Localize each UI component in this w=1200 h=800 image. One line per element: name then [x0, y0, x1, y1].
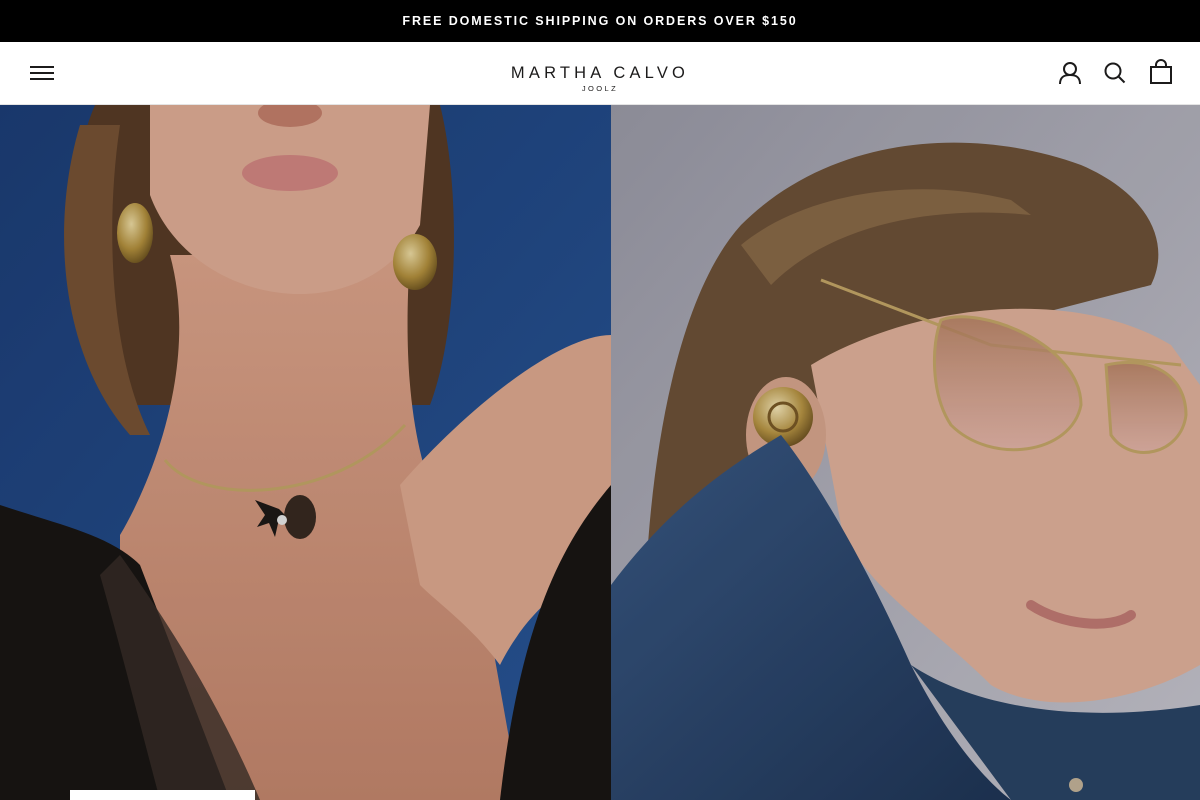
model-wearing-sunglasses-image [611, 105, 1200, 800]
search-icon [1104, 62, 1126, 84]
logo-tagline: JOOLZ [581, 84, 619, 93]
cart-button[interactable] [1149, 59, 1173, 85]
logo-name: MARTHA CALVO [510, 64, 690, 82]
announcement-text: FREE DOMESTIC SHIPPING ON ORDERS OVER $1… [402, 14, 798, 28]
site-header: MARTHA CALVO JOOLZ [0, 42, 1200, 105]
account-button[interactable] [1058, 61, 1082, 85]
hero-shop-button[interactable] [70, 790, 255, 800]
hero-panel-right[interactable] [611, 105, 1200, 800]
menu-button[interactable] [30, 62, 55, 84]
shopping-bag-icon [1150, 59, 1172, 84]
model-wearing-necklace-image [0, 105, 611, 800]
brand-logo[interactable]: MARTHA CALVO JOOLZ [480, 54, 720, 98]
search-button[interactable] [1103, 61, 1127, 85]
hero-panel-left[interactable] [0, 105, 611, 800]
account-icon [1059, 62, 1081, 85]
hero-section [0, 105, 1200, 800]
announcement-bar: FREE DOMESTIC SHIPPING ON ORDERS OVER $1… [0, 0, 1200, 42]
hamburger-menu-icon [30, 66, 54, 80]
